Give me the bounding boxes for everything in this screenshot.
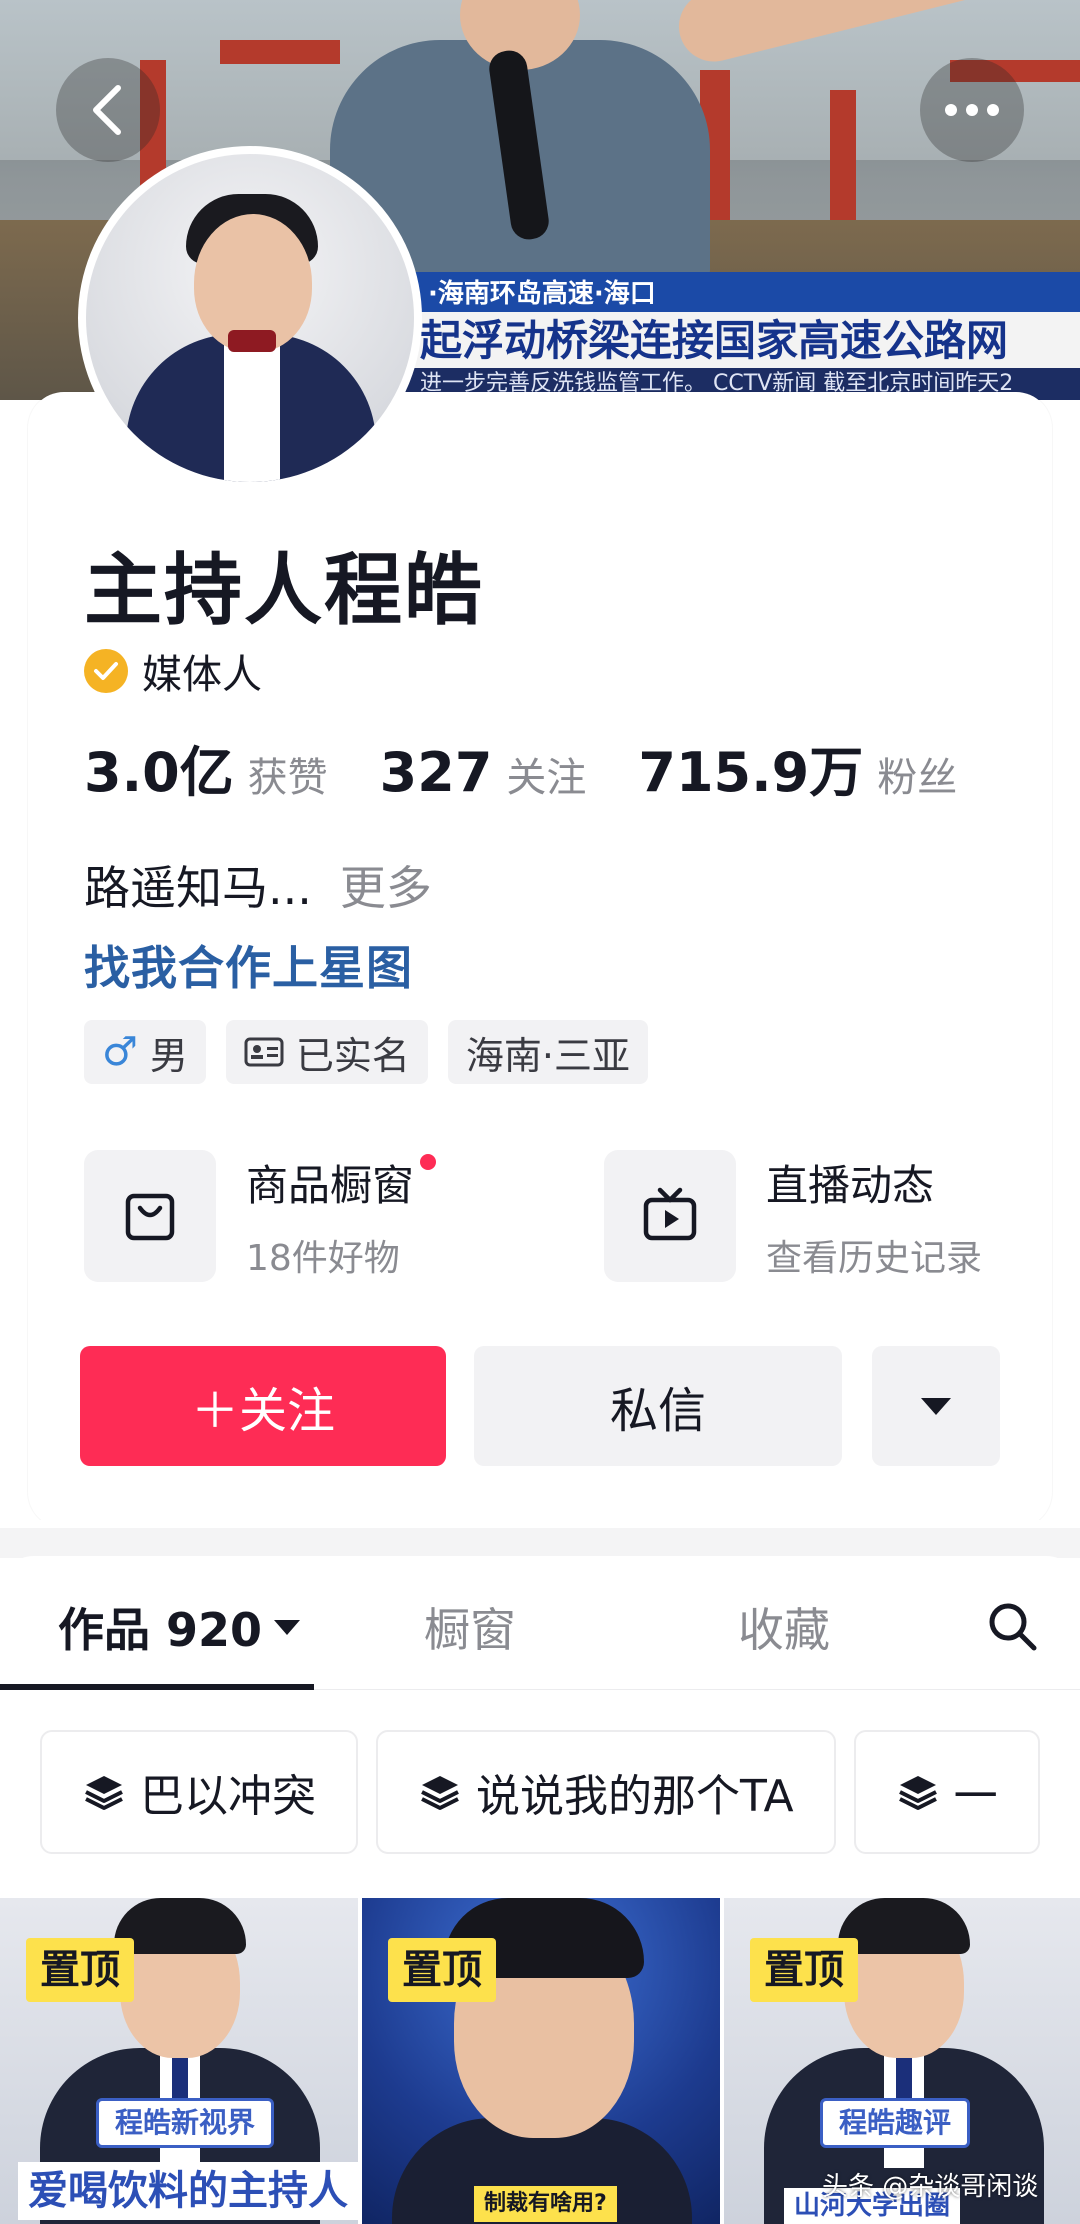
pinned-badge: 置顶 [26, 1938, 134, 2002]
live-activity-subtitle: 查看历史记录 [766, 1237, 983, 1279]
shop-window-title: 商品橱窗 [246, 1152, 437, 1213]
pinned-badge: 置顶 [388, 1938, 496, 2002]
real-name-tag: 已实名 [225, 1020, 428, 1084]
shopping-bag-icon [125, 1193, 175, 1241]
shop-window-entry[interactable]: 商品橱窗 18件好物 [84, 1150, 437, 1282]
gender-label: 男 [149, 1033, 188, 1078]
location-label: 海南·三亚 [465, 1033, 630, 1078]
notification-dot [420, 1153, 437, 1170]
collection-chip[interactable]: 说说我的那个TA [376, 1730, 836, 1854]
profile-page: ·海南环岛高速·海口 起浮动桥梁连接国家高速公路网 进一步完善反洗钱监管工作。 … [0, 0, 1080, 2224]
tab-favorites[interactable]: 收藏 [738, 1594, 830, 1660]
collection-chip[interactable]: 一 [853, 1730, 1040, 1854]
video-caption: 制裁有啥用? [474, 2186, 617, 2222]
stat-value: 715.9万 [638, 741, 864, 804]
follow-button[interactable]: ＋关注 [80, 1346, 446, 1466]
bio-text: 路遥知马... [84, 861, 312, 915]
real-name-label: 已实名 [295, 1033, 410, 1078]
male-icon: ♂ [102, 1029, 138, 1075]
caret-down-icon [274, 1620, 301, 1635]
recommend-dropdown-button[interactable] [872, 1346, 1000, 1466]
id-card-icon [244, 1037, 284, 1067]
bio-more-link[interactable]: 更多 [340, 861, 432, 915]
layers-icon [85, 1776, 123, 1810]
collection-chips: 巴以冲突 说说我的那个TA 一 [40, 1730, 1040, 1854]
stat-followers[interactable]: 715.9万 粉丝 [638, 728, 957, 807]
layers-icon [898, 1776, 937, 1810]
profile-tags: ♂ 男 已实名 海南·三亚 [84, 1020, 648, 1084]
stat-likes: 3.0亿 获赞 [84, 728, 328, 807]
video-series-badge: 程皓趣评 [820, 2098, 971, 2148]
message-button[interactable]: 私信 [474, 1346, 842, 1466]
video-thumbnail[interactable]: 置顶 制裁有啥用? [362, 1898, 720, 2224]
back-button[interactable] [56, 58, 160, 162]
stat-label: 获赞 [247, 755, 328, 801]
shop-window-subtitle: 18件好物 [246, 1237, 400, 1279]
tab-works[interactable]: 作品 920 [58, 1594, 302, 1660]
verification-label: 媒体人 [142, 652, 262, 698]
collaboration-link[interactable]: 找我合作上星图 [84, 932, 413, 998]
stat-label: 粉丝 [877, 755, 958, 801]
stat-value: 327 [379, 741, 493, 804]
news-headline: 起浮动桥梁连接国家高速公路网 [400, 312, 1080, 370]
live-activity-title: 直播动态 [766, 1160, 935, 1210]
profile-name: 主持人程皓 [84, 546, 485, 636]
video-caption: 爱喝饮料的主持人 [18, 2162, 358, 2220]
stat-value: 3.0亿 [84, 741, 234, 804]
verified-check-icon [84, 649, 128, 693]
pinned-badge: 置顶 [750, 1938, 858, 2002]
live-activity-entry[interactable]: 直播动态 查看历史记录 [604, 1150, 982, 1282]
stat-following[interactable]: 327 关注 [380, 741, 587, 804]
gender-tag: ♂ 男 [84, 1020, 206, 1084]
tab-works-label: 作品 920 [58, 1603, 263, 1657]
collection-label: 说说我的那个TA [476, 1771, 794, 1822]
tab-showcase[interactable]: 橱窗 [424, 1594, 516, 1660]
search-icon [989, 1603, 1037, 1651]
video-series-badge: 程皓新视界 [96, 2098, 275, 2148]
location-tag: 海南·三亚 [447, 1020, 648, 1084]
collection-label: 巴以冲突 [140, 1771, 316, 1822]
video-thumbnail[interactable]: 置顶 程皓新视界 爱喝饮料的主持人 [0, 1898, 358, 2224]
more-options-button[interactable] [920, 58, 1024, 162]
stat-label: 关注 [506, 755, 587, 801]
collection-label: 一 [953, 1771, 998, 1822]
watermark: 头条 @杂谈哥闲谈 [822, 2172, 1039, 2202]
feature-entries: 商品橱窗 18件好物 直播动态 查看历史记录 [84, 1150, 1024, 1282]
search-button[interactable] [984, 1598, 1040, 1654]
profile-actions: ＋关注 私信 [80, 1346, 1000, 1466]
collection-chip[interactable]: 巴以冲突 [40, 1730, 358, 1854]
live-tv-icon [643, 1187, 697, 1241]
verification-row: 媒体人 [84, 642, 262, 700]
layers-icon [421, 1776, 459, 1810]
news-location-strip: ·海南环岛高速·海口 [410, 272, 1080, 316]
caret-down-icon [921, 1398, 951, 1415]
avatar[interactable] [78, 146, 422, 490]
active-tab-indicator [0, 1684, 314, 1690]
more-dots-icon [945, 104, 999, 116]
profile-stats: 3.0亿 获赞 327 关注 715.9万 粉丝 [84, 728, 1009, 807]
content-tabs: 作品 920 橱窗 收藏 [0, 1556, 1080, 1690]
profile-bio: 路遥知马... 更多 [84, 852, 432, 918]
chevron-left-icon [93, 85, 121, 135]
